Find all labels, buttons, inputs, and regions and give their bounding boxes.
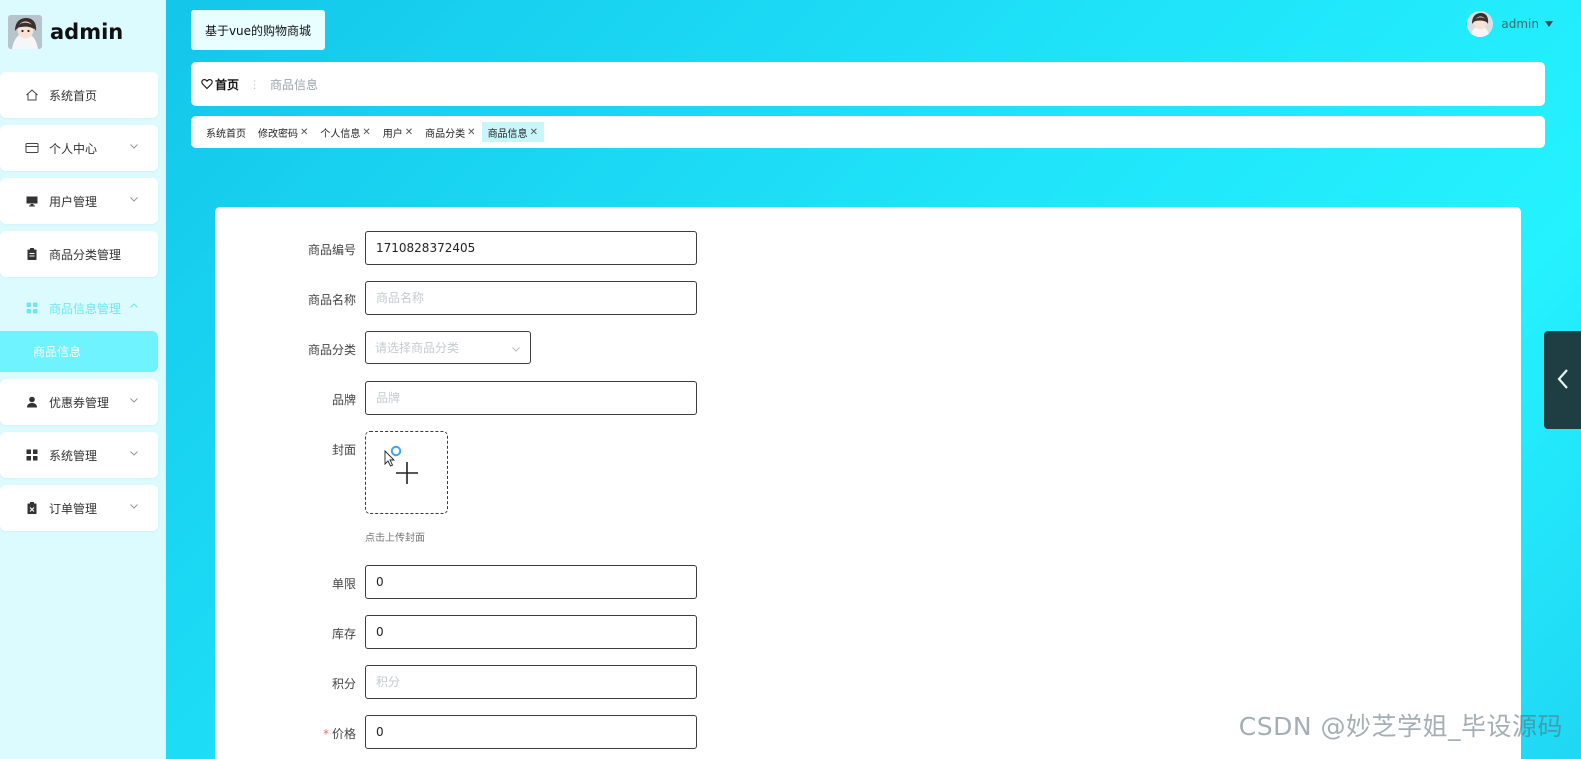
tab-product-info[interactable]: 商品信息 ✕ [481, 122, 544, 142]
name-label: 商品名称 [307, 293, 356, 307]
tab-label: 系统首页 [206, 128, 246, 140]
brand-avatar [8, 15, 42, 49]
tab-product-category[interactable]: 商品分类 ✕ [419, 122, 481, 142]
sidebar-item-label: 订单管理 [49, 501, 98, 516]
sidebar-item-label: 商品信息管理 [49, 301, 122, 316]
sidebar-item-home[interactable]: 系统首页 [0, 72, 158, 118]
sidebar-subitem-label: 商品信息 [33, 345, 82, 359]
user-avatar [1467, 11, 1494, 37]
home-icon [24, 87, 40, 103]
brand-title: admin [50, 20, 124, 44]
close-icon[interactable]: ✕ [405, 127, 413, 138]
side-panel-toggle[interactable] [1544, 331, 1581, 429]
sidebar-item-coupon-management[interactable]: 优惠券管理 [0, 379, 158, 425]
card-icon [24, 140, 40, 156]
sidebar-item-user-management[interactable]: 用户管理 [0, 178, 158, 224]
stock-input[interactable] [365, 615, 697, 649]
caret-down-icon [1545, 21, 1553, 27]
monitor-icon [24, 193, 40, 209]
chevron-down-icon [128, 394, 140, 406]
chevron-left-icon [1556, 368, 1570, 393]
breadcrumb-separator: ⋮ [249, 77, 261, 91]
tabs-bar: 系统首页 修改密码 ✕ 个人信息 ✕ 用户 ✕ 商品分类 ✕ 商品信息 ✕ [191, 116, 1545, 148]
price-label-text: 价格 [331, 727, 356, 741]
grid-icon [24, 300, 40, 316]
sidebar-item-label: 用户管理 [49, 194, 98, 209]
stock-label: 库存 [331, 627, 356, 641]
site-title: 基于vue的购物商城 [191, 10, 325, 50]
tab-system-home[interactable]: 系统首页 [200, 122, 252, 142]
heart-icon [201, 78, 213, 90]
cursor-icon [384, 445, 406, 474]
sidebar-item-label: 系统首页 [49, 88, 98, 103]
cover-upload-button[interactable] [365, 431, 448, 514]
tab-label: 商品信息 [487, 128, 528, 140]
tab-user[interactable]: 用户 ✕ [377, 122, 419, 142]
limit-label: 单限 [331, 577, 356, 591]
code-label: 商品编号 [307, 243, 356, 257]
sidebar-item-system-management[interactable]: 系统管理 [0, 432, 158, 478]
trash-clipboard-icon [24, 500, 40, 516]
tab-personal-info[interactable]: 个人信息 ✕ [314, 122, 376, 142]
sidebar-item-label: 商品分类管理 [49, 247, 122, 262]
sidebar-item-label: 个人中心 [49, 141, 98, 156]
sidebar: admin 系统首页 个人中心 用户管理 商品分类管理 商品信息管理 商品信息 … [0, 0, 166, 759]
price-input[interactable] [365, 715, 697, 749]
tab-label: 修改密码 [258, 128, 298, 140]
sidebar-item-category-management[interactable]: 商品分类管理 [0, 231, 158, 277]
category-select-placeholder: 请选择商品分类 [375, 341, 460, 355]
breadcrumb-home[interactable]: 首页 [201, 76, 239, 93]
required-mark: * [322, 727, 329, 741]
breadcrumb-current: 商品信息 [270, 77, 319, 92]
user-name: admin [1501, 17, 1539, 31]
code-input[interactable] [365, 231, 697, 265]
breadcrumb-home-label: 首页 [215, 77, 240, 92]
tab-label: 个人信息 [320, 128, 361, 140]
apps-icon [24, 447, 40, 463]
close-icon[interactable]: ✕ [300, 127, 308, 138]
chevron-down-icon [128, 140, 140, 152]
tab-label: 用户 [382, 128, 403, 140]
chevron-up-icon [128, 300, 140, 312]
close-icon[interactable]: ✕ [362, 127, 370, 138]
cover-label: 封面 [331, 443, 356, 457]
close-icon[interactable]: ✕ [467, 127, 475, 138]
cover-upload-tip: 点击上传封面 [365, 533, 425, 544]
tab-label: 商品分类 [425, 128, 466, 140]
chevron-down-icon [128, 447, 140, 459]
sidebar-item-order-management[interactable]: 订单管理 [0, 485, 158, 531]
points-input[interactable] [365, 665, 697, 699]
brand: admin [8, 14, 123, 50]
user-menu[interactable]: admin [1467, 11, 1553, 37]
category-select[interactable]: 请选择商品分类 [365, 331, 531, 364]
points-label: 积分 [331, 677, 356, 691]
breadcrumb: 首页 ⋮ 商品信息 [191, 62, 1545, 106]
chevron-down-icon [128, 500, 140, 512]
name-input[interactable] [365, 281, 697, 315]
brand-input[interactable] [365, 381, 697, 415]
sidebar-item-product-management[interactable]: 商品信息管理 [0, 285, 158, 331]
sidebar-item-personal-center[interactable]: 个人中心 [0, 125, 158, 171]
tab-change-password[interactable]: 修改密码 ✕ [252, 122, 314, 142]
sidebar-item-label: 优惠券管理 [49, 395, 110, 410]
chevron-down-icon [128, 193, 140, 205]
category-label: 商品分类 [307, 343, 356, 357]
brand-label: 品牌 [331, 393, 356, 407]
person-icon [24, 394, 40, 410]
watermark: CSDN @妙芝学姐_毕设源码 [1238, 712, 1563, 741]
chevron-down-icon [511, 343, 521, 353]
sidebar-item-label: 系统管理 [49, 448, 98, 463]
price-label: * 价格 [256, 725, 356, 742]
close-icon[interactable]: ✕ [530, 127, 538, 138]
limit-input[interactable] [365, 565, 697, 599]
clipboard-icon [24, 246, 40, 262]
sidebar-subitem-product-info[interactable]: 商品信息 [0, 331, 158, 372]
